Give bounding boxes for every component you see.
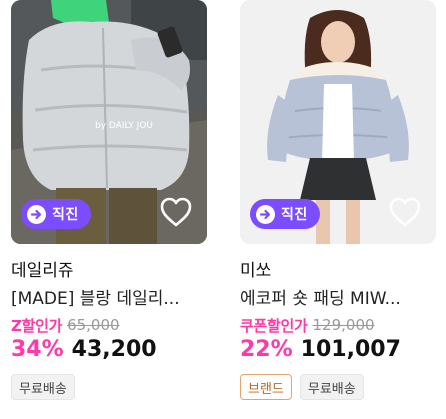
product-grid: by DAILY JOU 직진 데일리쥬 [MADE] 블랑 데일리... Z할… [0, 0, 446, 419]
heart-outline-icon[interactable] [388, 196, 422, 228]
product-card[interactable]: by DAILY JOU 직진 데일리쥬 [MADE] 블랑 데일리... Z할… [11, 0, 207, 400]
heart-outline-icon[interactable] [159, 196, 193, 228]
direct-badge-label: 직진 [52, 207, 79, 223]
arrow-right-circle-icon [256, 204, 275, 224]
product-title[interactable]: [MADE] 블랑 데일리... [11, 288, 207, 310]
discount-type: 쿠폰할인가 [240, 316, 308, 335]
discount-row: 쿠폰할인가 129,000 [240, 315, 436, 335]
price-row: 22% 101,007 [240, 337, 436, 362]
direct-badge: 직진 [21, 199, 91, 229]
product-image[interactable]: by DAILY JOU 직진 [11, 0, 207, 244]
discount-row: Z할인가 65,000 [11, 315, 207, 335]
direct-badge-label: 직진 [281, 207, 308, 223]
product-title[interactable]: 에코퍼 숏 패딩 MIW... [240, 288, 436, 310]
product-card[interactable]: 직진 미쏘 에코퍼 숏 패딩 MIW... 쿠폰할인가 129,000 22% … [240, 0, 436, 400]
brand-name[interactable]: 미쏘 [240, 260, 436, 282]
discount-rate: 34% [11, 337, 64, 362]
discount-rate: 22% [240, 337, 293, 362]
sale-price: 101,007 [300, 337, 401, 362]
direct-badge: 직진 [250, 199, 320, 229]
original-price: 129,000 [312, 316, 375, 334]
arrow-right-circle-icon [27, 204, 46, 224]
tag-list: 브랜드 무료배송 [240, 374, 436, 400]
photo-watermark: by DAILY JOU [95, 121, 153, 131]
price-row: 34% 43,200 [11, 337, 207, 362]
free-shipping-tag: 무료배송 [299, 374, 364, 400]
tag-list: 무료배송 [11, 374, 207, 400]
free-shipping-tag: 무료배송 [11, 374, 75, 400]
brand-tag: 브랜드 [240, 374, 292, 400]
sale-price: 43,200 [71, 337, 157, 362]
brand-name[interactable]: 데일리쥬 [11, 260, 207, 282]
original-price: 65,000 [67, 316, 120, 334]
product-image[interactable]: 직진 [240, 0, 436, 244]
discount-type: Z할인가 [11, 316, 63, 335]
